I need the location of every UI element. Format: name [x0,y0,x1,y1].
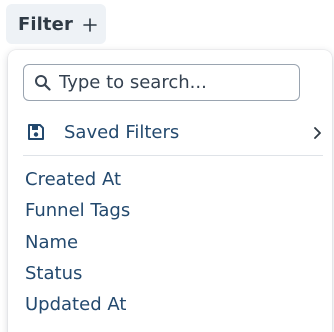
filter-dropdown: Saved Filters Created At Funnel Tags Nam… [8,50,332,332]
filter-button-label: Filter [18,13,73,35]
search-icon [34,74,51,91]
saved-filters-item[interactable]: Saved Filters [23,114,323,150]
filter-option-funnel-tags[interactable]: Funnel Tags [25,195,130,226]
filter-option-created-at[interactable]: Created At [25,164,130,195]
divider [23,155,323,156]
chevron-right-icon [311,125,323,139]
filter-option-name[interactable]: Name [25,227,130,258]
filter-options-list: Created At Funnel Tags Name Status Updat… [25,164,130,320]
save-icon [26,122,46,142]
filter-button[interactable]: Filter [6,4,106,44]
filter-option-updated-at[interactable]: Updated At [25,289,130,320]
search-box[interactable] [23,64,300,101]
saved-filters-label: Saved Filters [64,121,180,143]
filter-widget: Filter Type to search... Saved Filters C… [0,0,334,332]
search-input[interactable] [59,72,279,93]
filter-option-status[interactable]: Status [25,258,130,289]
plus-icon [83,17,97,32]
